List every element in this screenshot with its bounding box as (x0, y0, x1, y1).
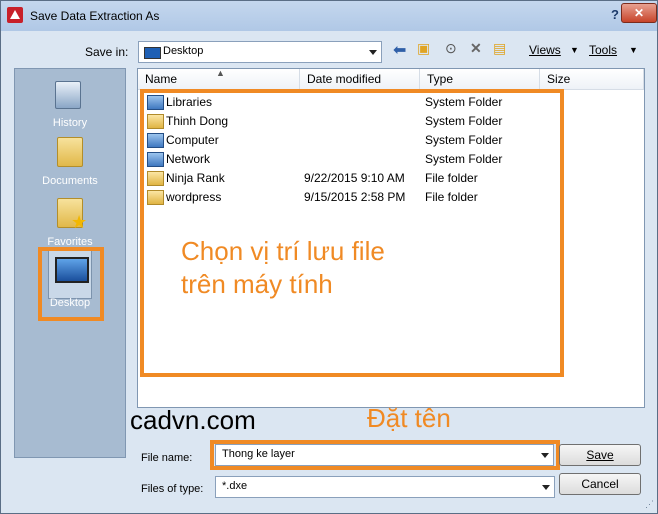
save-dialog: Save Data Extraction As ? ✕ Save in: Des… (0, 0, 658, 514)
autocad-app-icon (7, 7, 23, 23)
save-in-label: Save in: (85, 45, 129, 59)
place-history-label: History (52, 117, 88, 129)
views-menu[interactable]: Views (529, 43, 561, 61)
file-type-dropdown[interactable]: *.dxe (215, 476, 555, 498)
name-annotation: Đặt tên (367, 403, 451, 433)
place-documents[interactable]: Documents (15, 133, 125, 193)
file-type-label: Files of type: (141, 483, 204, 495)
tools-chevron-down-icon[interactable]: ▼ (629, 45, 638, 63)
window-title: Save Data Extraction As (30, 9, 160, 23)
column-header-date[interactable]: Date modified (300, 69, 420, 90)
back-arrow-icon[interactable]: ⬅ (393, 40, 406, 59)
place-documents-label: Documents (42, 175, 98, 187)
star-icon: ★ (71, 212, 88, 232)
watermark-text: cadvn.com (130, 405, 256, 435)
search-web-icon[interactable]: ⊙ (445, 40, 457, 58)
cancel-button[interactable]: Cancel (559, 473, 641, 495)
save-button-label: Save (586, 448, 614, 462)
resize-grip-icon[interactable]: ⋰ (645, 499, 654, 510)
location-annotation-line1: Chọn vị trí lưu file (181, 236, 385, 266)
location-annotation: Chọn vị trí lưu file trên máy tính (181, 235, 421, 301)
place-favorites[interactable]: ★ Favorites (15, 194, 125, 254)
save-in-value: Desktop (163, 45, 204, 57)
file-name-label: File name: (141, 452, 193, 464)
tools-menu[interactable]: Tools (589, 43, 617, 61)
column-header-size[interactable]: Size (540, 69, 644, 90)
place-history[interactable]: History (15, 75, 125, 135)
documents-folder-icon (57, 137, 83, 167)
column-name-label: Name (145, 72, 178, 86)
delete-icon[interactable]: ✕ (470, 40, 482, 58)
views-chevron-down-icon[interactable]: ▼ (570, 45, 579, 63)
column-header-type[interactable]: Type (420, 69, 540, 90)
location-annotation-line2: trên máy tính (181, 269, 333, 299)
new-folder-icon[interactable]: ▤ (493, 40, 506, 58)
sort-ascending-icon: ▲ (216, 68, 225, 78)
title-bar[interactable]: Save Data Extraction As ? ✕ (1, 1, 657, 31)
up-folder-icon[interactable]: ▣ (417, 40, 430, 58)
location-highlight-box (140, 89, 564, 377)
chevron-down-icon[interactable] (369, 50, 377, 55)
desktop-icon (144, 47, 161, 59)
help-button[interactable]: ? (611, 7, 619, 22)
column-header-name[interactable]: Name ▲ (138, 68, 300, 90)
save-in-dropdown[interactable]: Desktop (138, 41, 382, 63)
desktop-highlight-box (38, 247, 104, 321)
history-icon (55, 81, 81, 109)
close-button[interactable]: ✕ (621, 3, 657, 23)
chevron-down-icon[interactable] (542, 485, 550, 490)
file-name-highlight-box (210, 440, 560, 470)
save-button[interactable]: Save (559, 444, 641, 466)
file-type-value: *.dxe (222, 480, 248, 492)
